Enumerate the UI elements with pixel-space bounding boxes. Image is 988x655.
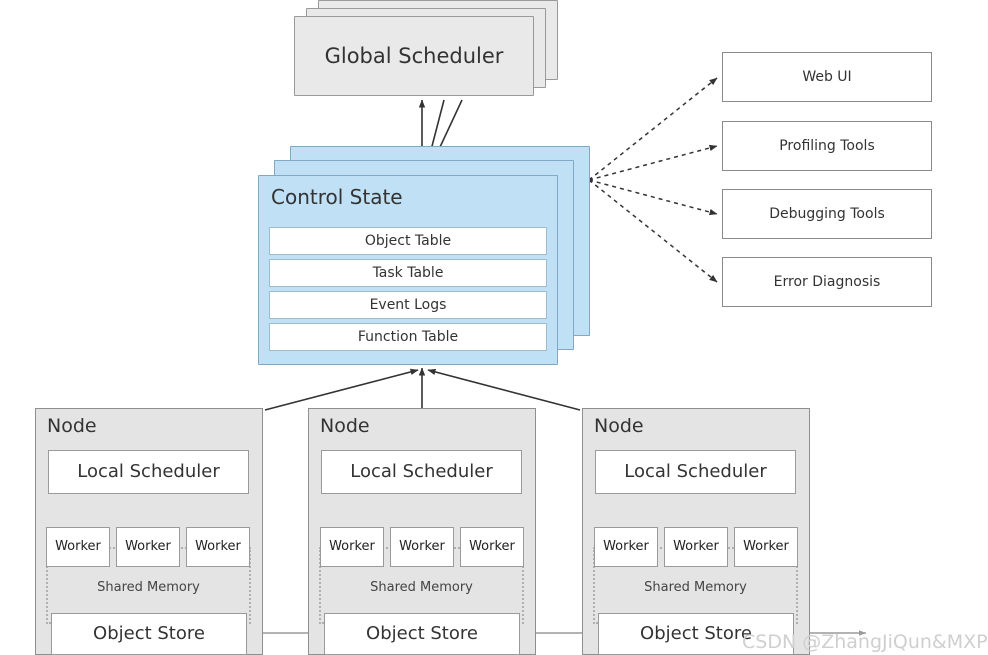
tool-web-ui-label: Web UI (802, 68, 852, 85)
control-state-row-event-logs[interactable]: Event Logs (269, 291, 547, 319)
node-1-worker-1-label: Worker (55, 538, 101, 554)
node-1-worker-3-label: Worker (195, 538, 241, 554)
node-3-worker-3-label: Worker (743, 538, 789, 554)
node-1-worker-3[interactable]: Worker (186, 527, 250, 567)
node-1-worker-1[interactable]: Worker (46, 527, 110, 567)
node-2-object-store[interactable]: Object Store (324, 613, 520, 655)
control-state-row-object-table[interactable]: Object Table (269, 227, 547, 255)
tool-error-diagnosis-label: Error Diagnosis (773, 273, 881, 290)
global-scheduler[interactable]: Global Scheduler (294, 16, 534, 96)
tool-web-ui[interactable]: Web UI (722, 52, 932, 102)
node-3-worker-3[interactable]: Worker (734, 527, 798, 567)
node-3-object-store-label: Object Store (640, 622, 752, 644)
node-3-worker-2-label: Worker (673, 538, 719, 554)
control-state[interactable]: Control State Object Table Task Table Ev… (258, 175, 558, 365)
node-1-worker-2-label: Worker (125, 538, 171, 554)
tool-profiling-tools[interactable]: Profiling Tools (722, 121, 932, 171)
node-2-local-scheduler-label: Local Scheduler (350, 460, 493, 482)
node-1-shared-memory-label: Shared Memory (97, 580, 200, 595)
node-2-worker-1-label: Worker (329, 538, 375, 554)
node-2-label: Node (320, 415, 370, 437)
node-2-worker-2-label: Worker (399, 538, 445, 554)
control-state-row-function-table[interactable]: Function Table (269, 323, 547, 351)
node-3-worker-1-label: Worker (603, 538, 649, 554)
node-1-worker-2[interactable]: Worker (116, 527, 180, 567)
control-state-row-task-table[interactable]: Task Table (269, 259, 547, 287)
node-1-label: Node (47, 415, 97, 437)
tool-error-diagnosis[interactable]: Error Diagnosis (722, 257, 932, 307)
node-2-worker-2[interactable]: Worker (390, 527, 454, 567)
node-2-object-store-label: Object Store (366, 622, 478, 644)
node-3-local-scheduler-label: Local Scheduler (624, 460, 767, 482)
node-2-worker-1[interactable]: Worker (320, 527, 384, 567)
node-2-shared-memory-label: Shared Memory (370, 580, 473, 595)
task-table-label: Task Table (372, 264, 444, 281)
event-logs-label: Event Logs (369, 296, 447, 313)
function-table-label: Function Table (357, 328, 459, 345)
node-2-worker-3[interactable]: Worker (460, 527, 524, 567)
node-3-worker-1[interactable]: Worker (594, 527, 658, 567)
node-2-worker-3-label: Worker (469, 538, 515, 554)
edge-nodes-controlstate (264, 367, 581, 411)
node-1-local-scheduler-label: Local Scheduler (77, 460, 220, 482)
node-1-local-scheduler[interactable]: Local Scheduler (48, 450, 249, 494)
watermark: CSDN @ZhangJiQun&MXP (742, 631, 988, 653)
tool-debugging-tools-label: Debugging Tools (769, 205, 885, 222)
node-3-worker-2[interactable]: Worker (664, 527, 728, 567)
node-1-object-store[interactable]: Object Store (51, 613, 247, 655)
edge-controlstate-tools (588, 77, 718, 283)
node-1-object-store-label: Object Store (93, 622, 205, 644)
node-3-local-scheduler[interactable]: Local Scheduler (595, 450, 796, 494)
global-scheduler-label: Global Scheduler (324, 43, 504, 68)
node-3-label: Node (594, 415, 644, 437)
tool-profiling-tools-label: Profiling Tools (779, 137, 875, 154)
tool-debugging-tools[interactable]: Debugging Tools (722, 189, 932, 239)
object-table-label: Object Table (364, 232, 452, 249)
node-2-local-scheduler[interactable]: Local Scheduler (321, 450, 522, 494)
control-state-label: Control State (271, 185, 403, 209)
node-3-shared-memory-label: Shared Memory (644, 580, 747, 595)
architecture-diagram: Global Scheduler Control State Object Ta… (0, 0, 988, 655)
